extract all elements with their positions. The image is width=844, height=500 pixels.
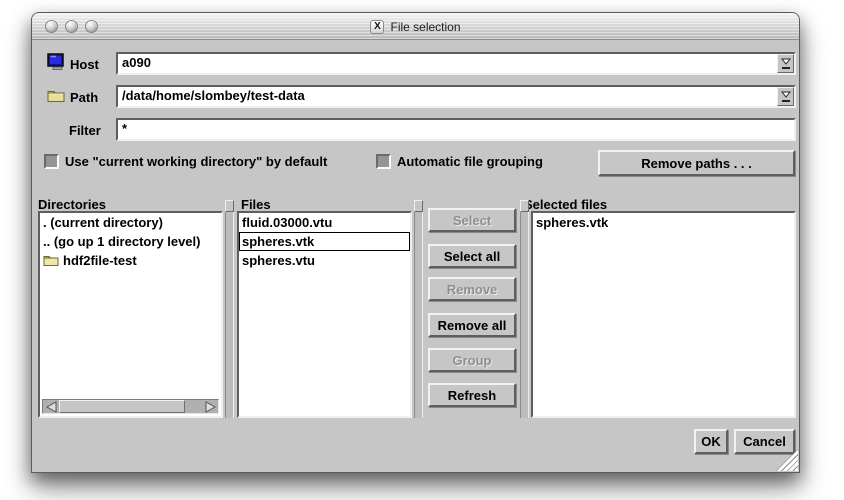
scrollbar-thumb[interactable]	[414, 200, 423, 212]
list-item[interactable]: spheres.vtu	[239, 251, 410, 270]
host-label: Host	[70, 57, 99, 72]
list-item[interactable]: fluid.03000.vtu	[239, 213, 410, 232]
x11-app-icon: X	[370, 20, 384, 34]
dropdown-arrow-icon	[781, 58, 791, 65]
cwd-checkbox-label[interactable]: Use "current working directory" by defau…	[65, 154, 327, 169]
selected-files-list[interactable]: spheres.vtk	[531, 211, 796, 418]
host-dropdown-button[interactable]	[777, 54, 794, 73]
list-item[interactable]: . (current directory)	[40, 213, 221, 232]
action-buttons: Select Select all Remove Remove all Grou…	[428, 208, 516, 408]
cwd-checkbox[interactable]	[44, 154, 59, 169]
file-selection-dialog: X File selection Host a090 Path /dat	[31, 12, 800, 473]
files-list[interactable]: fluid.03000.vtu spheres.vtk spheres.vtu	[237, 211, 412, 418]
dropdown-arrow-icon	[781, 91, 791, 98]
window-title: File selection	[390, 20, 460, 34]
folder-icon	[43, 254, 59, 267]
scrollbar-thumb[interactable]	[520, 200, 529, 212]
cancel-button[interactable]: Cancel	[734, 429, 795, 454]
refresh-button[interactable]: Refresh	[428, 383, 516, 407]
remove-paths-button[interactable]: Remove paths . . .	[598, 150, 795, 176]
remove-button[interactable]: Remove	[428, 277, 516, 301]
path-dropdown-button[interactable]	[777, 87, 794, 106]
host-input[interactable]: a090	[116, 52, 796, 75]
directories-horizontal-scrollbar[interactable]	[42, 399, 219, 414]
filter-label: Filter	[69, 123, 101, 138]
files-label: Files	[241, 197, 271, 212]
scroll-right-icon[interactable]	[202, 400, 218, 413]
selected-files-label: Selected files	[524, 197, 607, 212]
scrollbar-thumb[interactable]	[59, 400, 185, 413]
select-button[interactable]: Select	[428, 208, 516, 232]
path-input[interactable]: /data/home/slombey/test-data	[116, 85, 796, 108]
list-item-focused[interactable]: spheres.vtk	[239, 232, 410, 251]
list-item[interactable]: spheres.vtk	[533, 213, 794, 232]
path-label: Path	[70, 90, 98, 105]
auto-grouping-checkbox[interactable]	[376, 154, 391, 169]
group-button[interactable]: Group	[428, 348, 516, 372]
select-all-button[interactable]: Select all	[428, 244, 516, 268]
scrollbar-thumb[interactable]	[225, 200, 234, 212]
files-vertical-scrollbar[interactable]	[414, 200, 423, 418]
directories-list[interactable]: . (current directory) .. (go up 1 direct…	[38, 211, 223, 418]
computer-icon	[47, 53, 66, 71]
folder-icon	[47, 88, 65, 103]
scroll-left-icon[interactable]	[43, 400, 59, 413]
ok-button[interactable]: OK	[694, 429, 728, 454]
selected-files-vertical-scrollbar[interactable]	[520, 200, 529, 418]
scrollbar-track[interactable]	[185, 400, 202, 413]
filter-input[interactable]: *	[116, 118, 796, 141]
list-item[interactable]: .. (go up 1 directory level)	[40, 232, 221, 251]
directories-label: Directories	[38, 197, 106, 212]
directories-vertical-scrollbar[interactable]	[225, 200, 234, 418]
auto-grouping-label[interactable]: Automatic file grouping	[397, 154, 543, 169]
remove-all-button[interactable]: Remove all	[428, 313, 516, 337]
list-item[interactable]: hdf2file-test	[40, 251, 221, 270]
titlebar[interactable]: X File selection	[32, 13, 799, 40]
